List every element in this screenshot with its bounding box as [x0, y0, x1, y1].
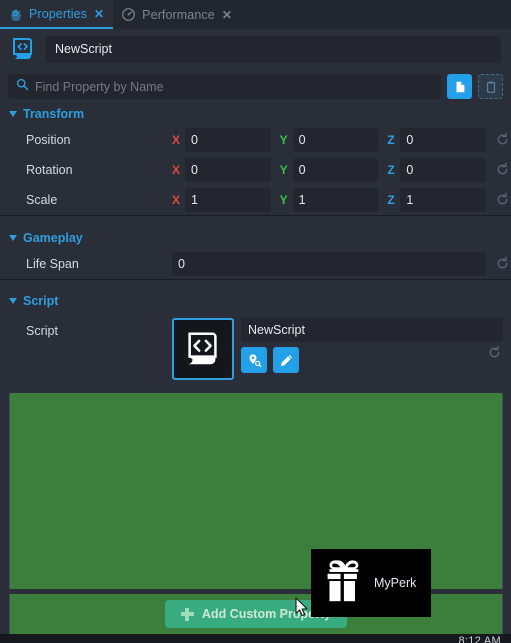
chevron-down-icon [9, 111, 17, 117]
axis-label-x: X [172, 133, 181, 147]
value: 1 [191, 193, 198, 207]
property-label: Position [26, 133, 71, 147]
property-label: Scale [26, 193, 58, 207]
perk-tooltip-label: MyPerk [374, 576, 417, 590]
object-name-input[interactable]: NewScript [46, 35, 501, 63]
script-name-input[interactable]: NewScript [241, 318, 503, 342]
search-icon [16, 78, 29, 96]
paste-clipboard-icon[interactable] [478, 74, 503, 99]
object-name-value: NewScript [55, 42, 112, 56]
divider [0, 279, 511, 280]
tab-properties[interactable]: Properties ✕ [0, 0, 114, 29]
search-row: Find Property by Name [0, 70, 511, 103]
close-icon[interactable]: ✕ [222, 9, 232, 21]
position-y-input[interactable]: 0 [292, 128, 379, 152]
scale-x-input[interactable]: 1 [185, 188, 271, 212]
reset-arrow-icon[interactable] [495, 162, 511, 178]
section-title: Script [23, 294, 59, 308]
gauge-icon [121, 7, 136, 22]
rotation-x-input[interactable]: 0 [185, 158, 271, 182]
axis-label-z: Z [387, 193, 395, 207]
search-placeholder: Find Property by Name [35, 79, 164, 94]
value: 0 [406, 163, 414, 177]
close-icon[interactable]: ✕ [94, 8, 104, 20]
property-row-scale: Scale X 1 Y 1 Z 1 [0, 185, 511, 215]
property-label: Script [26, 324, 58, 338]
value: 0 [191, 163, 198, 177]
scale-z-input[interactable]: 1 [400, 188, 487, 212]
script-action-buttons [241, 347, 511, 373]
value: 0 [406, 133, 414, 147]
clock-label: 8:12 AM [458, 635, 501, 643]
status-bar: 8:12 AM [0, 634, 511, 643]
object-name-row: NewScript [0, 29, 511, 69]
value: 0 [298, 163, 306, 177]
tab-label: Performance [142, 7, 215, 22]
script-reset-arrow-icon[interactable] [487, 345, 503, 361]
script-scroll-icon[interactable] [172, 318, 234, 380]
axis-label-y: Y [279, 193, 288, 207]
axis-label-x: X [172, 163, 181, 177]
divider [0, 215, 511, 216]
pencil-edit-icon[interactable] [273, 347, 299, 373]
reset-arrow-icon[interactable] [495, 132, 511, 148]
chevron-down-icon [9, 298, 17, 304]
gift-box-icon [317, 556, 367, 611]
property-label: Life Span [26, 257, 79, 271]
value: 0 [178, 257, 185, 271]
chevron-down-icon [9, 235, 17, 241]
perk-tooltip: MyPerk [311, 549, 431, 617]
value: 1 [298, 193, 306, 207]
section-gameplay: Gameplay Life Span 0 [0, 227, 511, 280]
axis-label-z: Z [387, 133, 395, 147]
section-title: Transform [23, 107, 85, 121]
position-z-input[interactable]: 0 [400, 128, 487, 152]
property-row-rotation: Rotation X 0 Y 0 Z 0 [0, 155, 511, 185]
gear-icon [8, 6, 23, 23]
script-file-icon [10, 36, 36, 62]
axis-label-z: Z [387, 163, 395, 177]
properties-panel: Properties ✕ Performance ✕ NewScript Fin… [0, 0, 511, 643]
section-script: Script Script NewScript [0, 290, 511, 380]
copy-document-icon[interactable] [447, 74, 472, 99]
reset-arrow-icon[interactable] [495, 192, 511, 208]
value: NewScript [248, 323, 305, 337]
search-input[interactable]: Find Property by Name [8, 74, 441, 99]
value: 1 [406, 193, 414, 207]
tab-bar: Properties ✕ Performance ✕ [0, 0, 511, 29]
axis-label-y: Y [279, 163, 288, 177]
property-row-position: Position X 0 Y 0 Z 0 [0, 125, 511, 155]
rotation-y-input[interactable]: 0 [292, 158, 379, 182]
section-header-transform[interactable]: Transform [0, 103, 511, 125]
reset-arrow-icon[interactable] [495, 256, 511, 272]
value: 0 [191, 133, 198, 147]
section-transform: Transform Position X 0 Y 0 Z 0 Rotation … [0, 103, 511, 216]
scale-y-input[interactable]: 1 [292, 188, 379, 212]
axis-label-x: X [172, 193, 181, 207]
plus-icon [180, 607, 194, 621]
property-label: Rotation [26, 163, 73, 177]
position-x-input[interactable]: 0 [185, 128, 271, 152]
section-header-script[interactable]: Script [0, 290, 511, 312]
axis-label-y: Y [279, 133, 288, 147]
tab-performance[interactable]: Performance ✕ [113, 0, 241, 29]
section-title: Gameplay [23, 231, 83, 245]
value: 0 [298, 133, 306, 147]
script-details: NewScript [234, 318, 511, 380]
life-span-input[interactable]: 0 [172, 252, 486, 276]
locate-pin-icon[interactable] [241, 347, 267, 373]
property-row-life-span: Life Span 0 [0, 249, 511, 279]
property-row-script: Script NewScript [0, 312, 511, 380]
rotation-z-input[interactable]: 0 [400, 158, 487, 182]
section-header-gameplay[interactable]: Gameplay [0, 227, 511, 249]
tab-label: Properties [29, 6, 87, 21]
